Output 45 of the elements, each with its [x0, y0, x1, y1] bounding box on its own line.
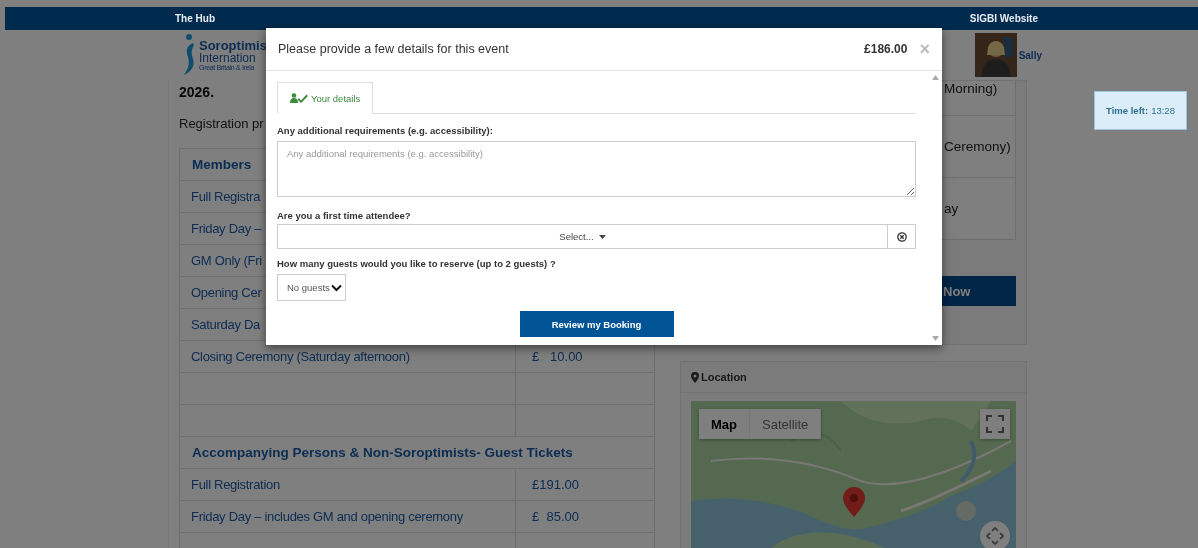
intro-text: Registration pr: [179, 116, 264, 131]
logo-icon: [182, 33, 196, 77]
map-pin-icon: [691, 371, 699, 383]
ticket-name: Saturday Da: [191, 317, 260, 332]
logo-name: Soroptimis: [199, 39, 267, 52]
table-heading: Accompanying Persons & Non-Soroptimists- Guest Tickets: [192, 445, 573, 460]
table-heading: Members: [192, 157, 252, 172]
ticket-name: Full Registration: [191, 477, 280, 492]
session-option: Ceremony): [944, 139, 1011, 154]
field-label: Are you a first time attendee?: [277, 210, 411, 221]
website-link[interactable]: SIGBI Website: [969, 13, 1038, 24]
ticket-name: Friday Day – includes GM and opening ceremony: [191, 509, 463, 524]
dialog-title: Please provide a few details for this event: [278, 42, 509, 56]
ticket-name: Closing Ceremony (Saturday afternoon): [191, 349, 410, 364]
fullscreen-button[interactable]: [980, 409, 1010, 439]
map-marker-icon: [843, 487, 865, 517]
review-booking-button[interactable]: Review my Booking: [519, 311, 674, 337]
user-menu[interactable]: Sally: [1018, 49, 1042, 61]
year-heading: 2026.: [179, 84, 215, 102]
ticket-name: Full Registra: [191, 189, 261, 204]
ticket-price: £ 10.00: [532, 349, 583, 364]
fullscreen-icon: [986, 415, 1004, 433]
scroll-down-icon[interactable]: [931, 336, 939, 341]
requirements-field[interactable]: Any additional requirements (e.g. accessibility): [277, 141, 916, 197]
ticket-price: £191.00: [532, 477, 579, 492]
guests-dropdown[interactable]: No guests: [277, 274, 346, 301]
location-title: Location: [701, 371, 747, 383]
timer-label: Time left:: [1106, 105, 1149, 116]
total-price: £186.00: [864, 42, 908, 56]
map-type-tab[interactable]: Map: [699, 409, 750, 439]
logo-subtitle: Internation: [199, 52, 256, 64]
hub-link[interactable]: The Hub: [175, 13, 215, 24]
ticket-price: £ 85.00: [532, 509, 579, 524]
chevron-icon: [330, 283, 342, 292]
ticket-name: GM Only (Fri: [191, 253, 262, 268]
ticket-name: Friday Day –: [191, 221, 262, 236]
move-arrows-icon: [986, 527, 1004, 545]
session-option: Morning): [944, 81, 998, 96]
field-label: Any additional requirements (e.g. accessibility):: [277, 125, 493, 136]
user-check-icon: [290, 93, 308, 103]
details-tab[interactable]: Your details: [277, 82, 374, 114]
timer-value: 13:28: [1151, 105, 1175, 116]
session-option: ay: [944, 201, 959, 216]
field-label: How many guests would you like to reserve (up to 2 guests) ?: [277, 258, 556, 269]
ticket-name: Opening Cer: [191, 285, 262, 300]
